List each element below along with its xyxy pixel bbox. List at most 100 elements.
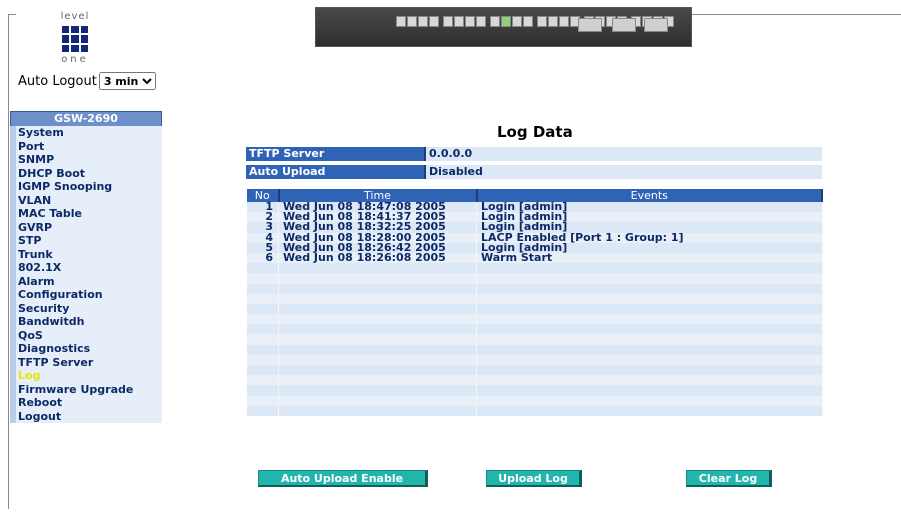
table-row	[247, 344, 823, 355]
sidebar-item-mac-table[interactable]: MAC Table	[10, 207, 162, 221]
table-row	[247, 354, 823, 365]
table-cell-event	[476, 385, 823, 396]
logo-grid-icon	[62, 26, 88, 52]
auto-upload-row: Auto Upload Disabled	[246, 165, 822, 179]
table-cell-event	[476, 395, 823, 406]
ethernet-port-icon	[429, 16, 439, 27]
table-cell-time	[278, 273, 477, 284]
table-cell-time	[278, 314, 477, 325]
upload-log-button[interactable]: Upload Log	[486, 470, 582, 487]
sidebar-item-log[interactable]: Log	[10, 369, 162, 383]
col-header-no: No	[247, 189, 280, 202]
sidebar-item-security[interactable]: Security	[10, 301, 162, 315]
table-cell-time	[278, 365, 477, 376]
tftp-server-row: TFTP Server 0.0.0.0	[246, 147, 822, 161]
auto-upload-label: Auto Upload	[246, 165, 426, 179]
table-cell-no: 2	[247, 211, 279, 222]
table-cell-event	[476, 334, 823, 345]
ethernet-port-icon	[465, 16, 475, 27]
table-cell-event	[476, 283, 823, 294]
sidebar-item-port[interactable]: Port	[10, 139, 162, 153]
table-row	[247, 375, 823, 386]
sidebar-item-dhcp-boot[interactable]: DHCP Boot	[10, 166, 162, 180]
sidebar-item-reboot[interactable]: Reboot	[10, 396, 162, 410]
sidebar-item-bandwitdh[interactable]: Bandwitdh	[10, 315, 162, 329]
table-row	[247, 314, 823, 325]
ethernet-port-icon	[443, 16, 453, 27]
sfp-port-icon	[578, 18, 602, 32]
frame-line	[690, 14, 901, 15]
sidebar-item-firmware-upgrade[interactable]: Firmware Upgrade	[10, 382, 162, 396]
table-cell-event: Warm Start	[476, 252, 823, 263]
table-cell-no	[247, 344, 279, 355]
sidebar-item-trunk[interactable]: Trunk	[10, 247, 162, 261]
port-group	[396, 16, 439, 27]
sidebar-item-system[interactable]: System	[10, 126, 162, 140]
table-row	[247, 395, 823, 406]
ethernet-port-icon	[512, 16, 522, 27]
page-title: Log Data	[497, 123, 573, 141]
ethernet-port-icon	[490, 16, 500, 27]
sidebar-item-802-1x[interactable]: 802.1X	[10, 261, 162, 275]
auto-logout: Auto Logout 3 min	[18, 72, 156, 90]
table-cell-no	[247, 385, 279, 396]
port-group	[443, 16, 486, 27]
table-cell-no	[247, 354, 279, 365]
frame-line	[8, 14, 16, 15]
ethernet-port-icon	[523, 16, 533, 27]
sfp-port-icon	[612, 18, 636, 32]
table-row	[247, 303, 823, 315]
table-row	[247, 273, 823, 284]
auto-logout-label: Auto Logout	[18, 73, 97, 89]
log-table: No Time Events 1 Wed Jun 08 18:47:08 2005…	[247, 189, 823, 416]
tftp-server-label: TFTP Server	[246, 147, 426, 161]
table-row	[247, 324, 823, 335]
ethernet-port-icon	[559, 16, 569, 27]
sidebar-item-igmp-snooping[interactable]: IGMP Snooping	[10, 180, 162, 194]
sidebar-item-alarm[interactable]: Alarm	[10, 274, 162, 288]
table-cell-no: 6	[247, 252, 279, 263]
table-row	[247, 365, 823, 376]
table-cell-no	[247, 365, 279, 376]
table-cell-time	[278, 405, 477, 416]
logo-text-bottom: one	[61, 54, 89, 65]
sidebar-item-tftp-server[interactable]: TFTP Server	[10, 355, 162, 369]
table-cell-event	[476, 354, 823, 365]
table-cell-time: Wed Jun 08 18:26:08 2005	[278, 252, 477, 263]
table-cell-no	[247, 263, 279, 274]
table-cell-time	[278, 303, 477, 315]
table-cell-no: 4	[247, 232, 279, 243]
ethernet-port-icon	[548, 16, 558, 27]
sidebar-item-configuration[interactable]: Configuration	[10, 288, 162, 302]
sidebar-item-gvrp[interactable]: GVRP	[10, 220, 162, 234]
port-group	[537, 16, 580, 27]
table-cell-no	[247, 303, 279, 315]
table-cell-event	[476, 273, 823, 284]
table-cell-time	[278, 375, 477, 386]
table-cell-time	[278, 354, 477, 365]
table-cell-no	[247, 405, 279, 416]
sidebar-item-logout[interactable]: Logout	[10, 409, 162, 423]
sidebar-item-qos[interactable]: QoS	[10, 328, 162, 342]
table-cell-time	[278, 293, 477, 304]
table-cell-event	[476, 375, 823, 386]
table-row	[247, 334, 823, 345]
table-cell-no	[247, 334, 279, 345]
port-group	[490, 16, 533, 27]
sidebar-item-snmp[interactable]: SNMP	[10, 153, 162, 167]
auto-upload-enable-button[interactable]: Auto Upload Enable	[258, 470, 428, 487]
sidebar-title: GSW-2690	[10, 111, 162, 127]
clear-log-button[interactable]: Clear Log	[686, 470, 772, 487]
ethernet-port-icon	[454, 16, 464, 27]
sidebar-item-stp[interactable]: STP	[10, 234, 162, 248]
switch-device-image	[315, 7, 692, 47]
auto-logout-select[interactable]: 3 min	[98, 72, 156, 90]
ethernet-port-icon	[476, 16, 486, 27]
table-cell-no	[247, 395, 279, 406]
sidebar-item-diagnostics[interactable]: Diagnostics	[10, 342, 162, 356]
table-cell-time	[278, 395, 477, 406]
table-cell-no: 1	[247, 201, 279, 212]
sidebar-item-vlan[interactable]: VLAN	[10, 193, 162, 207]
ethernet-port-icon	[418, 16, 428, 27]
ethernet-port-icon	[396, 16, 406, 27]
